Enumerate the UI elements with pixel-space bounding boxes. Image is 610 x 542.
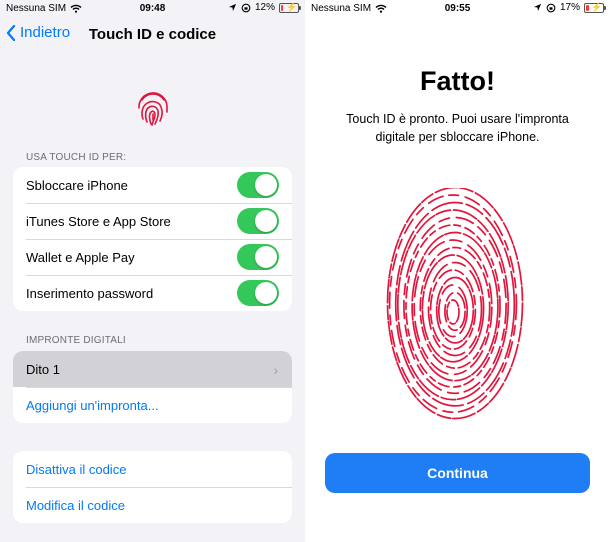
fingerprints-header: IMPRONTE DIGITALI [26,335,126,346]
settings-screen: Nessuna SIM 09:48 12% ⚡ Indietro Touch I… [0,0,305,542]
location-icon [228,3,237,12]
toggle-wallet-apple-pay[interactable] [237,244,279,270]
disable-passcode-button[interactable]: Disattiva il codice [13,451,292,487]
toggle-knob [255,210,277,232]
page-title: Touch ID e codice [88,26,217,43]
orientation-lock-icon [241,3,251,12]
battery-icon: ⚡ [584,1,606,13]
toggle-unlock-iphone[interactable] [237,172,279,198]
battery-fill [586,4,589,11]
option-row-password-autofill: Inserimento password [13,275,292,311]
status-bar: Nessuna SIM 09:55 17% ⚡ [305,0,610,18]
fingerprint-ridge [386,188,524,420]
option-row-itunes-app-store: iTunes Store e App Store [13,203,292,239]
change-passcode-label: Modifica il codice [26,497,125,513]
orientation-lock-icon [546,3,556,12]
use-touch-id-header: USA TOUCH ID PER: [26,152,127,163]
navigation-bar: Indietro Touch ID e codice [0,22,305,48]
passcode-group: Disattiva il codice Modifica il codice [13,451,292,523]
location-icon [533,3,542,12]
toggle-knob [255,174,277,196]
option-label: Wallet e Apple Pay [26,249,135,265]
chevron-right-icon: › [273,362,278,378]
fingerprint-ridge [413,239,493,376]
fingerprint-ridge [421,254,485,363]
done-title: Fatto! [420,66,495,96]
toggle-password-autofill[interactable] [237,280,279,306]
fingerprint-label: Dito 1 [26,361,60,377]
option-row-unlock-iphone: Sbloccare iPhone [13,167,292,203]
done-description: Touch ID è pronto. Puoi usare l'impronta… [325,110,590,146]
fingerprint-icon [138,92,168,126]
touch-id-done-screen: Nessuna SIM 09:55 17% ⚡ Fatto! Touch ID … [305,0,610,542]
change-passcode-button[interactable]: Modifica il codice [13,487,292,523]
charging-bolt-icon: ⚡ [286,1,298,12]
battery-percent: 12% [254,2,275,13]
battery-icon: ⚡ [279,1,301,13]
add-fingerprint-label: Aggiungi un'impronta... [26,397,159,413]
add-fingerprint-button[interactable]: Aggiungi un'impronta... [13,387,292,423]
status-bar: Nessuna SIM 09:48 12% ⚡ [0,0,305,18]
toggle-knob [255,282,277,304]
description-line-1: Touch ID è pronto. Puoi usare l'impronta [346,112,569,126]
disable-passcode-label: Disattiva il codice [26,461,127,477]
charging-bolt-icon: ⚡ [591,1,603,12]
battery-fill [281,4,283,11]
continue-button[interactable]: Continua [325,453,590,493]
touch-id-options-group: Sbloccare iPhone iTunes Store e App Stor… [13,167,292,311]
fingerprint-ridge [446,299,460,325]
toggle-itunes-app-store[interactable] [237,208,279,234]
fingerprint-ridge [444,291,466,332]
fingerprint-image-icon [386,188,524,420]
option-label: iTunes Store e App Store [26,213,171,229]
fingerprints-group: Dito 1 › Aggiungi un'impronta... [13,351,292,423]
option-row-wallet-apple-pay: Wallet e Apple Pay [13,239,292,275]
option-label: Sbloccare iPhone [26,177,128,193]
fingerprint-ridge [403,216,507,395]
toggle-knob [255,246,277,268]
battery-percent: 17% [559,2,580,13]
option-label: Inserimento password [26,285,154,301]
description-line-2: digitale per sbloccare iPhone. [375,130,540,144]
fingerprint-item-finger-1[interactable]: Dito 1 › [13,351,292,387]
